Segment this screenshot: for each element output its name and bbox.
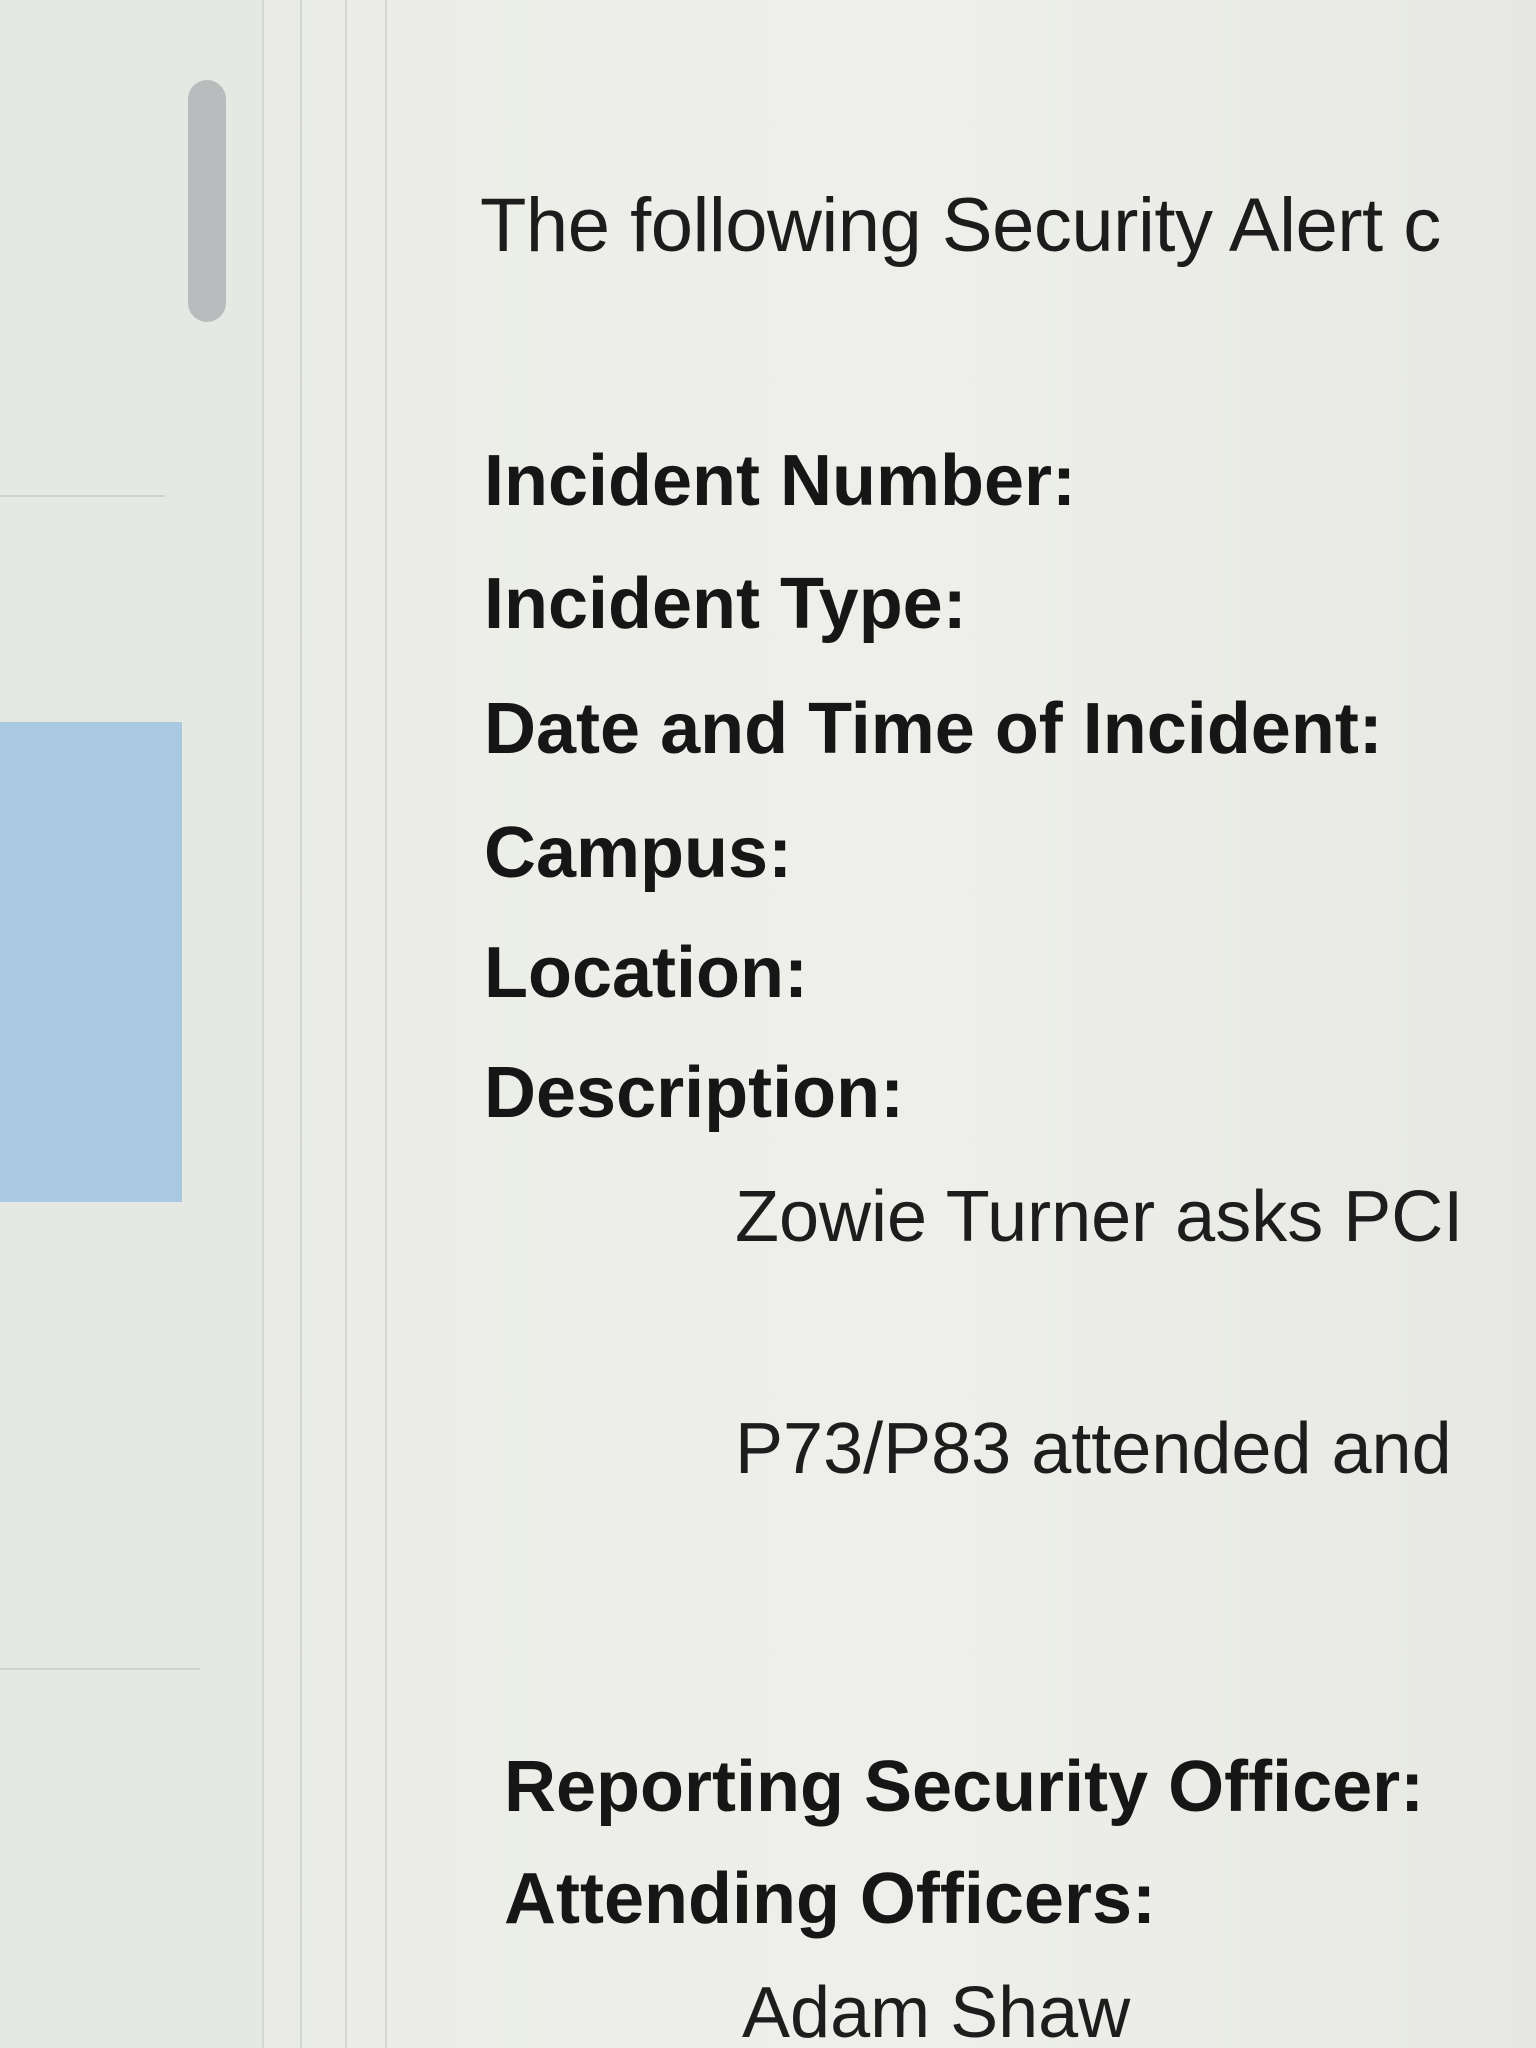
list-divider bbox=[0, 495, 165, 497]
email-client-window: The following Security Alert c Incident … bbox=[0, 0, 1536, 2048]
selected-message-row[interactable] bbox=[0, 722, 182, 1202]
pane-separator bbox=[300, 0, 302, 2048]
alert-intro-text: The following Security Alert c bbox=[480, 183, 1441, 268]
description-label: Description: bbox=[484, 1053, 905, 1133]
pane-separator bbox=[345, 0, 347, 2048]
attending-officers-label: Attending Officers: bbox=[504, 1859, 1157, 1939]
description-text: Zowie Turner asks PCI bbox=[735, 1177, 1464, 1257]
description-text: P73/P83 attended and bbox=[735, 1409, 1452, 1489]
scrollbar-thumb[interactable] bbox=[188, 80, 226, 322]
incident-type-label: Incident Type: bbox=[484, 564, 967, 644]
pane-separator bbox=[385, 0, 387, 2048]
message-list-pane bbox=[0, 0, 262, 2048]
attending-officer-name: Adam Shaw bbox=[742, 1973, 1131, 2048]
pane-separator[interactable] bbox=[262, 0, 264, 2048]
incident-number-label: Incident Number: bbox=[484, 441, 1077, 521]
campus-label: Campus: bbox=[484, 813, 793, 893]
reporting-officer-label: Reporting Security Officer: bbox=[504, 1747, 1425, 1827]
date-time-label: Date and Time of Incident: bbox=[484, 689, 1383, 769]
location-label: Location: bbox=[484, 933, 808, 1013]
message-body: The following Security Alert c Incident … bbox=[480, 0, 1536, 2048]
list-divider bbox=[0, 1668, 200, 1670]
